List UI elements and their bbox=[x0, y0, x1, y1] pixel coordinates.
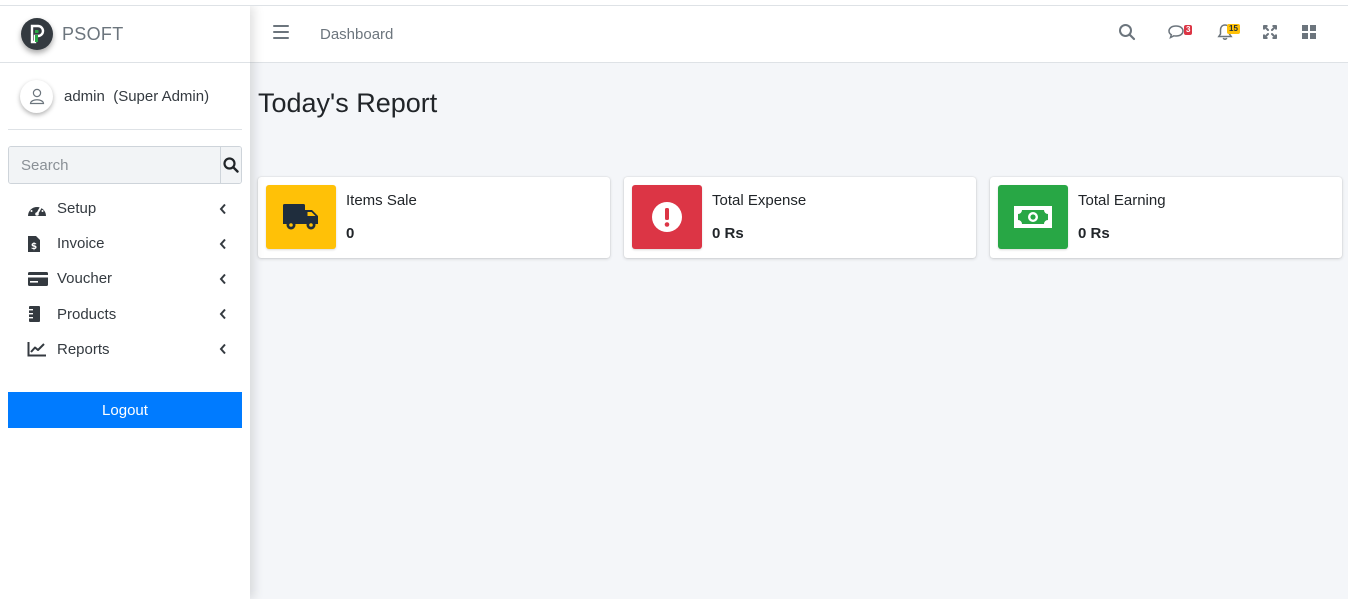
sidebar-item-label: Setup bbox=[57, 200, 97, 218]
info-box-label: Total Earning bbox=[1078, 192, 1166, 209]
chevron-left-icon bbox=[218, 238, 228, 250]
info-box-items-sale: Items Sale 0 bbox=[258, 177, 610, 258]
money-bill-icon bbox=[998, 185, 1068, 249]
sidebar-item-label: Invoice bbox=[57, 235, 105, 253]
sidebar-item-invoice[interactable]: $ Invoice bbox=[0, 226, 250, 261]
page-title: Today's Report bbox=[258, 88, 438, 118]
user-avatar-icon bbox=[20, 79, 53, 113]
chevron-left-icon bbox=[218, 308, 228, 320]
sidebar-item-voucher[interactable]: Voucher bbox=[0, 261, 250, 296]
info-box-value: 0 Rs bbox=[1078, 225, 1110, 242]
notifications-button[interactable]: 15 bbox=[1215, 21, 1247, 43]
brand-logo-icon bbox=[21, 18, 53, 50]
chevron-left-icon bbox=[218, 203, 228, 215]
expand-arrows-icon bbox=[1263, 25, 1277, 39]
user-panel[interactable]: admin (Super Admin) bbox=[8, 63, 242, 130]
info-box-total-earning: Total Earning 0 Rs bbox=[990, 177, 1342, 258]
chevron-left-icon bbox=[218, 343, 228, 355]
svg-text:$: $ bbox=[31, 242, 37, 252]
tachometer-icon bbox=[27, 200, 49, 218]
sidebar-item-label: Reports bbox=[57, 340, 110, 358]
brand-link[interactable]: PSOFT bbox=[0, 6, 250, 63]
sidebar-search-button[interactable] bbox=[220, 147, 241, 183]
breadcrumb-dashboard[interactable]: Dashboard bbox=[320, 26, 393, 43]
sidebar-item-reports[interactable]: Reports bbox=[0, 332, 250, 367]
sidebar-item-label: Products bbox=[57, 305, 117, 323]
product-list-icon bbox=[27, 305, 49, 323]
info-box-total-expense: Total Expense 0 Rs bbox=[624, 177, 976, 258]
control-sidebar-button[interactable] bbox=[1297, 21, 1321, 43]
top-navbar: Dashboard 3 15 bbox=[250, 6, 1348, 63]
fullscreen-button[interactable] bbox=[1258, 21, 1282, 43]
sidebar-search bbox=[8, 146, 242, 184]
info-box-value: 0 Rs bbox=[712, 225, 744, 242]
brand-name: PSOFT bbox=[62, 23, 124, 44]
chevron-left-icon bbox=[218, 273, 228, 285]
sidebar-nav: Setup $ Invoice Voucher Products Reports bbox=[0, 191, 250, 367]
top-border bbox=[0, 0, 1348, 6]
info-box-label: Items Sale bbox=[346, 192, 417, 209]
navbar-search-button[interactable] bbox=[1115, 21, 1139, 43]
user-name: admin (Super Admin) bbox=[64, 87, 210, 105]
sidebar-item-setup[interactable]: Setup bbox=[0, 191, 250, 226]
messages-badge: 3 bbox=[1184, 25, 1193, 35]
sidebar-item-products[interactable]: Products bbox=[0, 297, 250, 332]
search-icon bbox=[1119, 24, 1136, 41]
th-large-icon bbox=[1302, 25, 1316, 39]
line-chart-icon bbox=[27, 340, 49, 358]
search-icon bbox=[223, 157, 239, 173]
info-box-value: 0 bbox=[346, 225, 355, 242]
exclamation-circle-icon bbox=[632, 185, 702, 249]
sidebar-item-label: Voucher bbox=[57, 270, 113, 288]
notifications-badge: 15 bbox=[1227, 24, 1240, 34]
sidebar-search-input[interactable] bbox=[9, 147, 220, 183]
invoice-dollar-icon: $ bbox=[27, 235, 49, 253]
messages-button[interactable]: 3 bbox=[1165, 21, 1197, 43]
credit-card-icon bbox=[27, 270, 49, 288]
sidebar: PSOFT admin (Super Admin) Search Setup $… bbox=[0, 6, 250, 599]
menu-toggle-icon[interactable] bbox=[273, 25, 289, 39]
comments-icon bbox=[1168, 25, 1184, 39]
logout-button[interactable]: Logout bbox=[8, 392, 242, 428]
info-box-label: Total Expense bbox=[712, 192, 807, 209]
truck-icon bbox=[266, 185, 336, 249]
